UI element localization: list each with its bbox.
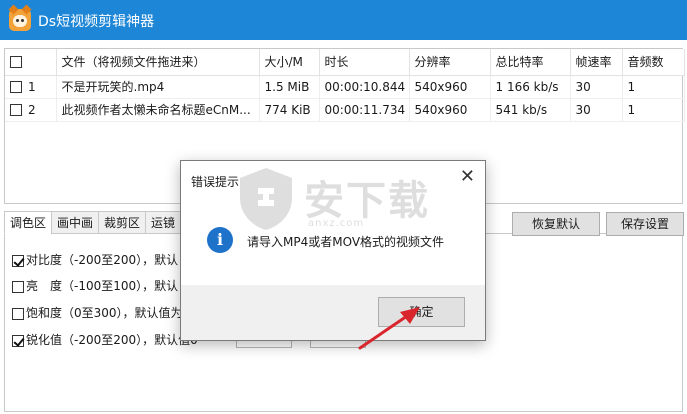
cell-duration: 00:00:10.844 [319, 75, 410, 99]
saturation-checkbox[interactable] [12, 307, 24, 320]
table-row[interactable]: 1 不是开玩笑的.mp4 1.5 MiB 00:00:10.844 540x96… [5, 75, 685, 99]
cell-audio: 1 [622, 75, 685, 99]
brightness-checkbox[interactable] [12, 280, 24, 293]
column-header-file[interactable]: 文件（将视频文件拖进来） [56, 49, 260, 76]
brightness-label: 亮 度（-100至100），默认 [26, 279, 179, 293]
tab-crop[interactable]: 裁剪区 [98, 211, 146, 234]
setting-brightness[interactable]: 亮 度（-100至100），默认 [12, 278, 178, 296]
sharpen-label: 锐化值（-200至200），默认值0 [26, 333, 198, 347]
row-index: 2 [28, 102, 36, 117]
cell-resolution: 540x960 [409, 75, 491, 99]
row-checkbox[interactable] [10, 103, 22, 116]
column-header-size[interactable]: 大小/M [259, 49, 320, 76]
dialog-footer: 确定 [181, 285, 485, 340]
select-all-checkbox[interactable] [10, 56, 22, 69]
contrast-checkbox[interactable] [12, 254, 24, 267]
cell-fps: 30 [570, 98, 623, 122]
header-select-all[interactable] [5, 49, 57, 76]
restore-default-button[interactable]: 恢复默认 [512, 212, 600, 236]
column-header-duration[interactable]: 时长 [319, 49, 410, 76]
tab-strip: 调色区 画中画 裁剪区 运镜 [4, 211, 182, 234]
file-table: 文件（将视频文件拖进来） 大小/M 时长 分辨率 总比特率 帧速率 音频数 1 … [5, 49, 685, 122]
column-header-bitrate[interactable]: 总比特率 [490, 49, 571, 76]
sharpen-checkbox[interactable] [12, 334, 24, 347]
table-header-row: 文件（将视频文件拖进来） 大小/M 时长 分辨率 总比特率 帧速率 音频数 [5, 49, 685, 76]
column-header-fps[interactable]: 帧速率 [570, 49, 623, 76]
tab-picture-in-picture[interactable]: 画中画 [51, 211, 99, 234]
table-row[interactable]: 2 此视频作者太懒未命名标题eCnM... 774 KiB 00:00:11.7… [5, 98, 685, 122]
cell-file-name: 不是开玩笑的.mp4 [56, 75, 260, 99]
contrast-label: 对比度（-200至200），默认 [26, 253, 179, 267]
setting-saturation[interactable]: 饱和度（0至300），默认值为 [12, 305, 183, 323]
row-select-cell: 1 [5, 75, 57, 99]
app-logo-icon [8, 4, 32, 31]
cell-size: 774 KiB [259, 98, 320, 122]
cell-file-name: 此视频作者太懒未命名标题eCnM... [56, 98, 260, 122]
row-index: 1 [28, 79, 36, 94]
cell-resolution: 540x960 [409, 98, 491, 122]
ok-button[interactable]: 确定 [378, 297, 465, 327]
cell-audio: 1 [622, 98, 685, 122]
setting-contrast[interactable]: 对比度（-200至200），默认 [12, 252, 178, 270]
error-dialog: 错误提示 ✕ i 请导入MP4或者MOV格式的视频文件 确定 [180, 160, 486, 341]
cell-bitrate: 541 kb/s [490, 98, 571, 122]
window-title: Ds短视频剪辑神器 [38, 14, 155, 30]
column-header-audio[interactable]: 音频数 [622, 49, 685, 76]
close-icon[interactable]: ✕ [460, 165, 475, 189]
cell-bitrate: 1 166 kb/s [490, 75, 571, 99]
save-settings-button[interactable]: 保存设置 [606, 212, 684, 236]
setting-sharpen[interactable]: 锐化值（-200至200），默认值0 [12, 332, 198, 350]
tab-camera-move[interactable]: 运镜 [145, 211, 182, 234]
row-checkbox[interactable] [10, 80, 22, 93]
cell-duration: 00:00:11.734 [319, 98, 410, 122]
title-bar: Ds短视频剪辑神器 [0, 0, 687, 40]
saturation-label: 饱和度（0至300），默认值为 [26, 306, 183, 320]
cell-size: 1.5 MiB [259, 75, 320, 99]
column-header-resolution[interactable]: 分辨率 [409, 49, 491, 76]
dialog-message: 请导入MP4或者MOV格式的视频文件 [247, 235, 445, 249]
cell-fps: 30 [570, 75, 623, 99]
info-icon: i [207, 227, 233, 253]
row-select-cell: 2 [5, 98, 57, 122]
dialog-title: 错误提示 [191, 175, 240, 189]
dialog-body: i 请导入MP4或者MOV格式的视频文件 [181, 197, 485, 285]
tab-color[interactable]: 调色区 [4, 211, 52, 234]
